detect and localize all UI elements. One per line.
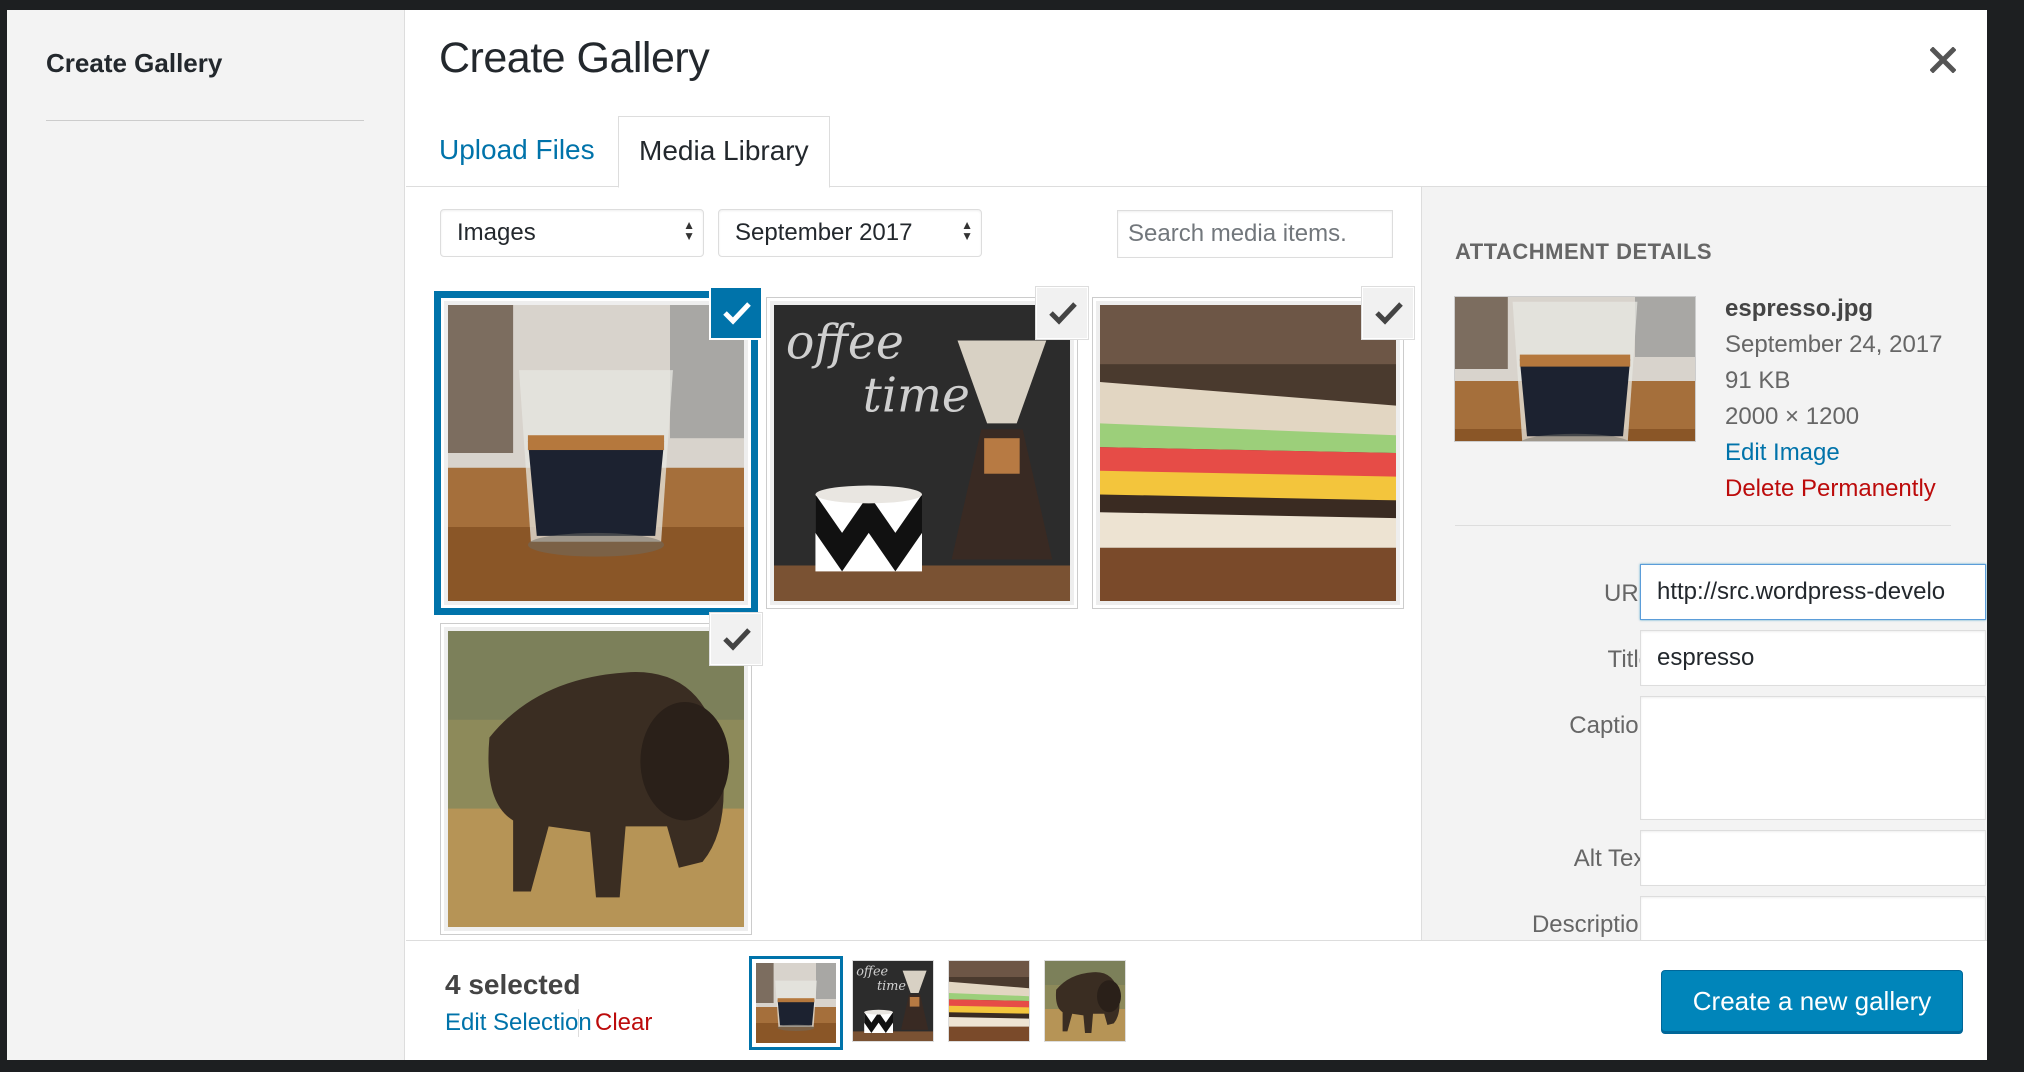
- selection-thumb-espresso[interactable]: [756, 963, 836, 1043]
- tab-upload-files[interactable]: Upload Files: [419, 116, 615, 188]
- check-icon[interactable]: [1035, 286, 1089, 340]
- edit-selection-link[interactable]: Edit Selection: [445, 1009, 592, 1037]
- attachment-coffee-time[interactable]: [767, 286, 1089, 608]
- select-arrows-icon: ▲ ▼: [683, 218, 695, 243]
- selection-count: 4 selected: [445, 969, 581, 1000]
- description-label: Description: [1531, 911, 1652, 938]
- attachment-details-sidebar: ATTACHMENT DETAILS espresso.jpg Septembe…: [1421, 187, 1987, 940]
- media-toolbar: 4 selected Edit Selection Clear Create a…: [406, 940, 1987, 1060]
- attachment-bison[interactable]: [441, 612, 763, 934]
- create-gallery-button[interactable]: Create a new gallery: [1661, 970, 1963, 1032]
- url-field[interactable]: http://src.wordpress-develo: [1640, 564, 1986, 620]
- edit-image-link[interactable]: Edit Image: [1725, 435, 1943, 471]
- select-arrows-icon: ▲ ▼: [961, 218, 973, 243]
- attachment-info: espresso.jpg September 24, 2017 91 KB 20…: [1725, 291, 1943, 507]
- attachment-details-heading: ATTACHMENT DETAILS: [1455, 239, 1713, 264]
- date-filter[interactable]: September 2017 ▲ ▼: [718, 209, 982, 257]
- attachment-image: [448, 631, 744, 927]
- attachment-sandwich[interactable]: [1093, 286, 1415, 608]
- attachment-image: [448, 305, 744, 601]
- attachments-browser: Images ▲ ▼ September 2017 ▲ ▼ Search media…: [406, 187, 1421, 940]
- media-menu: Create Gallery: [7, 10, 405, 1060]
- selection-thumb-sandwich[interactable]: [949, 961, 1029, 1041]
- media-modal: Create Gallery Create Gallery Upload Fil…: [7, 10, 1987, 1060]
- attachment-date: September 24, 2017: [1725, 331, 1943, 358]
- search-input[interactable]: Search media items.: [1117, 210, 1393, 258]
- attachment-espresso[interactable]: [441, 286, 763, 608]
- title-field[interactable]: espresso: [1640, 630, 1986, 686]
- media-frame: Create Gallery Upload Files Media Librar…: [406, 10, 1987, 1060]
- check-icon[interactable]: [709, 286, 763, 340]
- check-icon[interactable]: [1361, 286, 1415, 340]
- menu-item-create-gallery[interactable]: Create Gallery: [46, 48, 222, 79]
- menu-separator: [46, 120, 364, 121]
- date-filter-value: September 2017: [735, 219, 913, 246]
- alt-text-field[interactable]: [1640, 830, 1986, 886]
- router-tabs: Upload Files Media Library: [406, 106, 1987, 188]
- caption-field[interactable]: [1640, 696, 1986, 820]
- description-field[interactable]: [1640, 896, 1986, 940]
- attachment-image: [774, 305, 1070, 601]
- attachment-filename: espresso.jpg: [1725, 295, 1874, 322]
- tab-media-library[interactable]: Media Library: [618, 116, 830, 188]
- close-icon[interactable]: [1923, 40, 1963, 80]
- delete-permanently-link[interactable]: Delete Permanently: [1725, 471, 1943, 507]
- attachment-preview: [1455, 297, 1695, 441]
- attachment-image: [1100, 305, 1396, 601]
- selection-thumb-coffee-time[interactable]: [853, 961, 933, 1041]
- frame-title: Create Gallery: [439, 34, 710, 82]
- details-separator: [1455, 525, 1951, 526]
- check-icon[interactable]: [709, 612, 763, 666]
- selection-thumb-bison[interactable]: [1045, 961, 1125, 1041]
- clear-selection-link[interactable]: Clear: [578, 1009, 652, 1037]
- media-type-filter[interactable]: Images ▲ ▼: [440, 209, 704, 257]
- attachment-dimensions: 2000 × 1200: [1725, 403, 1860, 430]
- attachment-size: 91 KB: [1725, 367, 1791, 394]
- media-type-filter-value: Images: [457, 219, 536, 246]
